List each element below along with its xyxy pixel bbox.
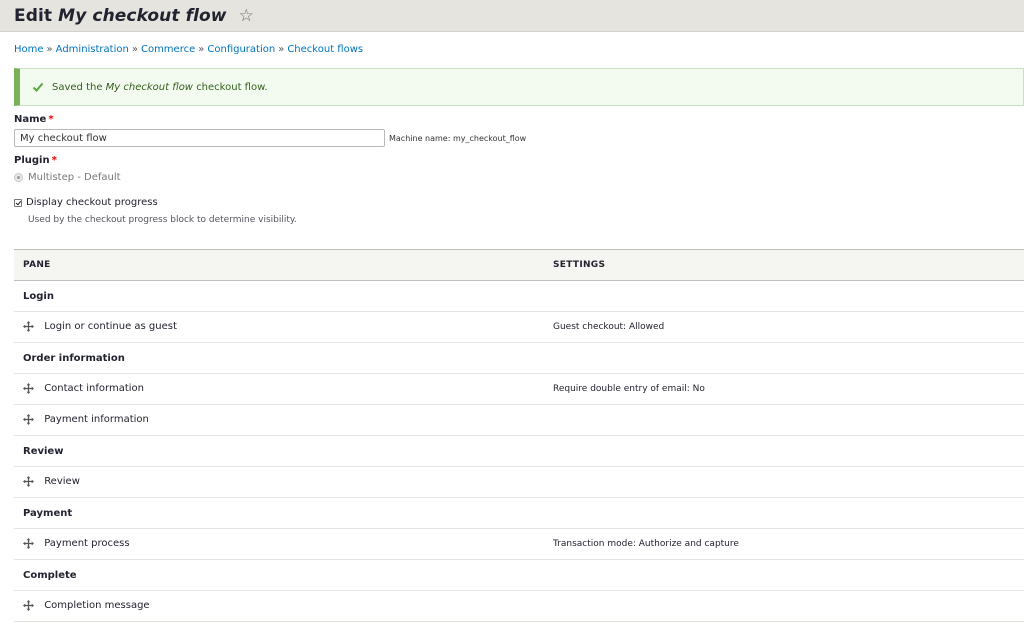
pane-settings [544, 466, 1024, 498]
pane-settings: Guest checkout: Allowed [544, 311, 1024, 343]
pane-label: Payment process [44, 538, 130, 550]
display-progress-checkbox[interactable] [14, 198, 22, 207]
pane-settings: Transaction mode: Authorize and capture [544, 528, 1024, 560]
table-row: Payment process Transaction mode: Author… [14, 528, 1024, 560]
region-label: Login [14, 280, 1024, 312]
required-marker: * [51, 155, 57, 166]
page-title: Edit My checkout flow ☆ [14, 6, 254, 26]
plugin-radio-option[interactable]: Multistep - Default [14, 172, 121, 183]
pane-cell: Login or continue as guest [14, 311, 544, 343]
region-row: Order information [14, 342, 1024, 374]
pane-label: Payment information [44, 414, 149, 426]
pane-label: Review [44, 476, 80, 488]
pane-label: Login or continue as guest [44, 321, 177, 333]
name-label: Name * [14, 114, 54, 125]
region-row: Login [14, 280, 1024, 312]
breadcrumb-commerce[interactable]: Commerce [141, 44, 195, 55]
breadcrumb-separator: » [131, 44, 138, 55]
plugin-label-text: Plugin [14, 155, 50, 166]
region-label: Complete [14, 559, 1024, 591]
region-label: Review [14, 435, 1024, 467]
region-row: Payment [14, 497, 1024, 529]
region-label: Payment [14, 497, 1024, 529]
breadcrumb-home[interactable]: Home [14, 44, 44, 55]
pane-label: Completion message [44, 600, 150, 612]
column-header-pane: PANE [14, 249, 544, 281]
radio-button[interactable] [14, 173, 23, 182]
status-suffix: checkout flow. [196, 81, 268, 93]
star-icon[interactable]: ☆ [239, 6, 254, 26]
page-header: Edit My checkout flow ☆ [0, 0, 1024, 32]
name-label-text: Name [14, 114, 47, 125]
drag-handle-icon[interactable] [23, 383, 34, 395]
pane-label: Contact information [44, 383, 144, 395]
display-progress-option[interactable]: Display checkout progress [14, 197, 158, 208]
checkmark-icon [32, 82, 44, 92]
pane-cell: Payment process [14, 528, 544, 560]
breadcrumb-configuration[interactable]: Configuration [207, 44, 275, 55]
status-name: My checkout flow [105, 81, 193, 93]
page-title-prefix: Edit [14, 5, 53, 26]
breadcrumb: Home» Administration» Commerce» Configurati… [14, 44, 363, 55]
status-message: Saved the My checkout flow checkout flow… [14, 68, 1024, 106]
checkout-panes-table: PANE SETTINGS Login Login or continue as… [14, 249, 1024, 622]
display-progress-help: Used by the checkout progress block to d… [28, 215, 297, 225]
table-row: Contact information Require double entry… [14, 373, 1024, 405]
drag-handle-icon[interactable] [23, 414, 34, 426]
column-header-settings: SETTINGS [544, 249, 1024, 281]
breadcrumb-separator: » [278, 44, 285, 55]
drag-handle-icon[interactable] [23, 538, 34, 550]
pane-settings: Require double entry of email: No [544, 373, 1024, 405]
status-prefix: Saved the [52, 81, 103, 93]
table-row: Review [14, 466, 1024, 498]
region-label: Order information [14, 342, 1024, 374]
machine-name: Machine name: my_checkout_flow [389, 134, 527, 143]
breadcrumb-administration[interactable]: Administration [56, 44, 129, 55]
plugin-option-label: Multistep - Default [28, 172, 121, 183]
drag-handle-icon[interactable] [23, 600, 34, 612]
table-row: Payment information [14, 404, 1024, 436]
region-row: Review [14, 435, 1024, 467]
pane-cell: Contact information [14, 373, 544, 405]
drag-handle-icon[interactable] [23, 321, 34, 333]
required-marker: * [48, 114, 54, 125]
page-title-name: My checkout flow [58, 5, 227, 26]
display-progress-label: Display checkout progress [26, 197, 158, 208]
table-row: Login or continue as guest Guest checkou… [14, 311, 1024, 343]
plugin-label: Plugin * [14, 155, 57, 166]
drag-handle-icon[interactable] [23, 476, 34, 488]
region-row: Complete [14, 559, 1024, 591]
pane-settings [544, 404, 1024, 436]
pane-cell: Payment information [14, 404, 544, 436]
breadcrumb-checkout-flows[interactable]: Checkout flows [287, 44, 363, 55]
name-input[interactable] [14, 129, 385, 147]
breadcrumb-separator: » [46, 44, 53, 55]
pane-cell: Review [14, 466, 544, 498]
breadcrumb-separator: » [198, 44, 205, 55]
table-header-row: PANE SETTINGS [14, 249, 1024, 281]
